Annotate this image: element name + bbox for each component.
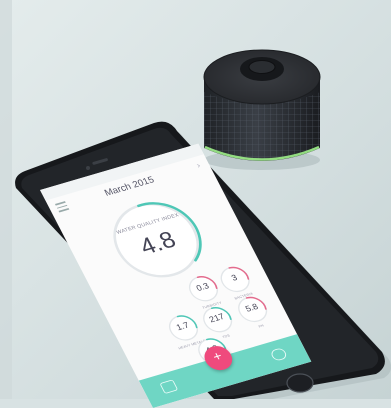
- photo-scene: March 2015 › WATER QUALITY INDEX 4.8 0.3…: [0, 0, 391, 408]
- fab-label: +: [210, 349, 225, 365]
- water-sensor-device: [203, 49, 321, 170]
